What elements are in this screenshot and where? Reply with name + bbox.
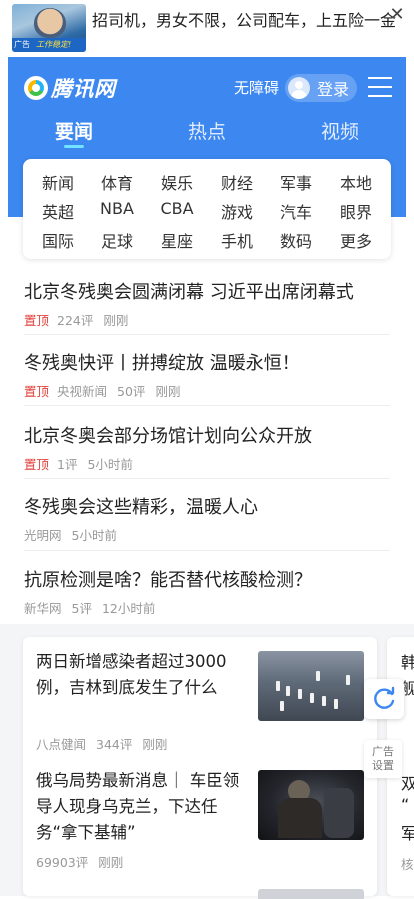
headline-meta: 新华网 5评 12小时前 [24, 598, 390, 617]
next-card-text: “ [401, 795, 410, 814]
channel-item[interactable]: 手机 [209, 228, 265, 252]
pinned-badge: 置顶 [24, 313, 50, 328]
user-avatar-icon [288, 77, 310, 99]
next-card-text: 军 [401, 824, 414, 843]
channel-item[interactable]: 财经 [209, 170, 265, 194]
divider [24, 478, 390, 479]
comment-count: 69903评 [36, 855, 89, 870]
feed-item-thumbnail[interactable] [258, 889, 364, 899]
feed-item-title[interactable]: 两日新增感染者超过3000例，吉林到底发生了什么 [36, 649, 252, 701]
comment-count: 50评 [117, 384, 146, 399]
ad-text[interactable]: 招司机，男女不限，公司配车，上五险一金 [92, 7, 396, 31]
feed-item-meta: 八点健闻 344评 刚刚 [36, 734, 177, 753]
close-icon[interactable]: ✕ [385, 3, 409, 27]
headline-meta: 置顶 央视新闻 50评 刚刚 [24, 381, 390, 400]
channel-item[interactable]: 游戏 [209, 199, 265, 223]
headline-item[interactable]: 冬残奥会这些精彩，温暖人心 光明网 5小时前 [24, 493, 390, 544]
feed-item-title[interactable]: 俄乌局势最新消息｜ 车臣领导人现身乌克兰，下达任务“拿下基辅” [36, 768, 252, 846]
next-card-text: 双 [401, 774, 414, 793]
headline-title[interactable]: 北京冬残奥会圆满闭幕 习近平出席闭幕式 [24, 278, 390, 304]
accessibility-link[interactable]: 无障碍 [234, 77, 279, 98]
channel-grid: 新闻 体育 娱乐 财经 军事 本地 英超 NBA CBA 游戏 汽车 眼界 国际… [23, 159, 391, 259]
headline-title[interactable]: 冬残奥会这些精彩，温暖人心 [24, 493, 390, 519]
ad-settings-button[interactable]: 广告 设置 [364, 740, 402, 778]
channel-item[interactable]: 娱乐 [149, 170, 205, 194]
timestamp: 刚刚 [103, 313, 129, 328]
divider [24, 405, 390, 406]
timestamp: 刚刚 [155, 384, 181, 399]
headline-title[interactable]: 抗原检测是啥？能否替代核酸检测？ [24, 566, 390, 592]
active-tab-indicator [64, 145, 84, 148]
channel-item[interactable]: 星座 [149, 228, 205, 252]
feed-item-thumbnail[interactable] [258, 651, 364, 721]
channel-item[interactable]: NBA [89, 199, 145, 218]
next-card-meta: 核 [401, 857, 414, 872]
logo-text: 腾讯网 [51, 77, 116, 101]
ad-thumb-slogan: 工作稳定! [36, 40, 72, 49]
timestamp: 刚刚 [142, 737, 168, 752]
tencent-logo-icon [24, 76, 48, 100]
source-name: 新华网 [24, 601, 62, 616]
source-name: 光明网 [24, 528, 62, 543]
timestamp: 12小时前 [101, 601, 156, 616]
headline-title[interactable]: 北京冬奥会部分场馆计划向公众开放 [24, 422, 390, 448]
channel-item[interactable]: 体育 [89, 170, 145, 194]
timestamp: 5小时前 [87, 457, 133, 472]
headline-item[interactable]: 冬残奥快评丨拼搏绽放 温暖永恒！ 置顶 央视新闻 50评 刚刚 [24, 349, 390, 400]
ad-badge: 广告 [14, 40, 30, 49]
channel-item[interactable]: 英超 [30, 199, 86, 223]
comment-count: 1评 [57, 457, 78, 472]
main-tabs: 要闻 热点 视频 [8, 115, 406, 155]
ad-banner[interactable]: 广告 工作稳定! 招司机，男女不限，公司配车，上五险一金 ✕ [0, 0, 414, 56]
tab-shipin[interactable]: 视频 [321, 117, 359, 144]
hamburger-menu-icon[interactable] [368, 77, 392, 97]
driver-photo [34, 8, 66, 38]
ad-settings-label: 设置 [372, 759, 394, 772]
channel-item[interactable]: 本地 [328, 170, 384, 194]
headline-item[interactable]: 北京冬残奥会圆满闭幕 习近平出席闭幕式 置顶 224评 刚刚 [24, 278, 390, 329]
channel-item[interactable]: 足球 [89, 228, 145, 252]
divider [24, 550, 390, 551]
refresh-button[interactable] [364, 679, 404, 719]
channel-item[interactable]: CBA [149, 199, 205, 218]
tab-yaowen[interactable]: 要闻 [55, 117, 93, 144]
next-card-text: 韩 [401, 653, 414, 672]
site-logo[interactable]: 腾讯网 [24, 75, 116, 101]
comment-count: 5评 [71, 601, 92, 616]
source-name: 八点健闻 [36, 737, 87, 752]
feed-item-meta: 69903评 刚刚 [36, 852, 133, 871]
pinned-badge: 置顶 [24, 384, 50, 399]
channel-item[interactable]: 军事 [268, 170, 324, 194]
channel-item[interactable]: 眼界 [328, 199, 384, 223]
channel-item[interactable]: 数码 [268, 228, 324, 252]
tab-redian[interactable]: 热点 [188, 117, 226, 144]
channel-item[interactable]: 国际 [30, 228, 86, 252]
ad-thumbnail[interactable]: 广告 工作稳定! [12, 4, 86, 52]
comment-count: 224评 [57, 313, 94, 328]
feed-card: 两日新增感染者超过3000例，吉林到底发生了什么 八点健闻 344评 刚刚 俄乌局势… [23, 637, 377, 899]
headline-item[interactable]: 北京冬奥会部分场馆计划向公众开放 置顶 1评 5小时前 [24, 422, 390, 473]
headline-title[interactable]: 冬残奥快评丨拼搏绽放 温暖永恒！ [24, 349, 390, 375]
timestamp: 5小时前 [71, 528, 117, 543]
ad-settings-label: 广告 [372, 745, 394, 758]
refresh-icon [374, 686, 395, 709]
channel-item[interactable]: 汽车 [268, 199, 324, 223]
login-button[interactable]: 登录 [285, 74, 357, 102]
comment-count: 344评 [96, 737, 133, 752]
feed-item-thumbnail[interactable] [258, 770, 364, 840]
headline-item[interactable]: 抗原检测是啥？能否替代核酸检测？ 新华网 5评 12小时前 [24, 566, 390, 617]
source-name: 央视新闻 [57, 384, 108, 399]
ad-thumb-caption: 广告 工作稳定! [12, 38, 86, 52]
channel-item[interactable]: 新闻 [30, 170, 86, 194]
login-label: 登录 [317, 80, 350, 99]
headline-meta: 置顶 224评 刚刚 [24, 310, 390, 329]
divider [24, 334, 390, 335]
pinned-badge: 置顶 [24, 457, 50, 472]
headline-meta: 光明网 5小时前 [24, 525, 390, 544]
headline-meta: 置顶 1评 5小时前 [24, 454, 390, 473]
channel-item-more[interactable]: 更多 [328, 228, 384, 252]
timestamp: 刚刚 [98, 855, 124, 870]
